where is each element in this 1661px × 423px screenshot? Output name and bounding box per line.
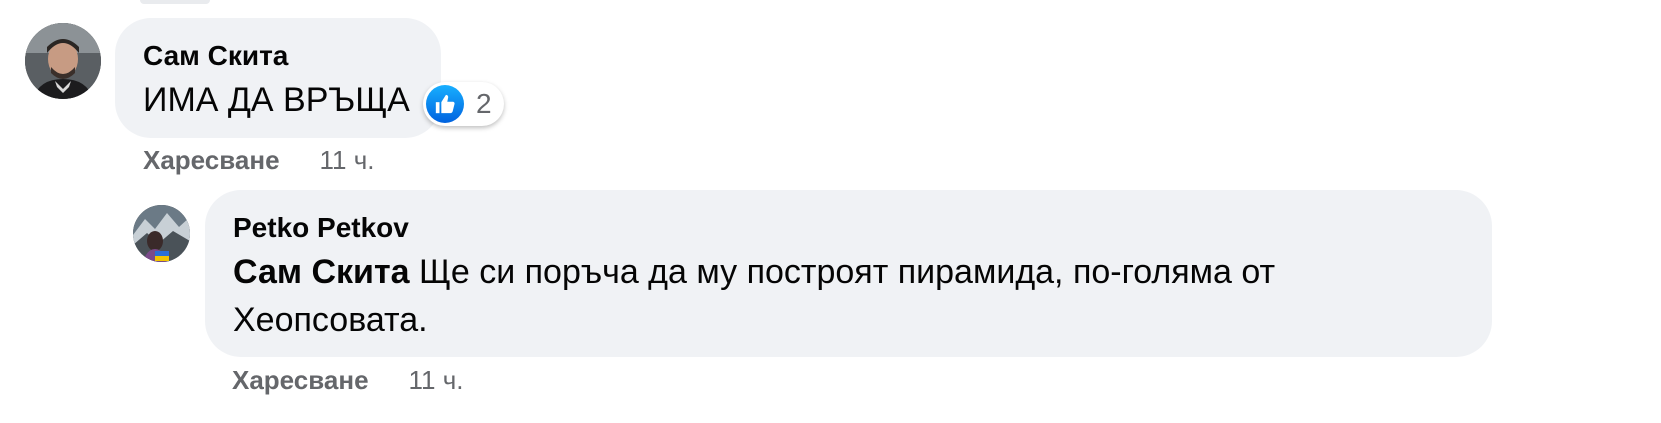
reply-text-line2: Хеопсовата. — [233, 301, 428, 339]
reply-text-line1: Ще си поръча да му построят пирамида, по… — [418, 253, 1276, 291]
like-button[interactable]: Харесване — [232, 365, 369, 396]
reply-author[interactable]: Petko Petkov — [233, 212, 409, 244]
comment-thread: Сам Скита ИМА ДА ВРЪЩА 2 Харесване 11 ч.… — [0, 0, 1661, 423]
comment-bubble: Сам Скита ИМА ДА ВРЪЩА — [115, 18, 441, 138]
reply-timestamp[interactable]: 11 ч. — [409, 365, 464, 396]
mention-link[interactable]: Сам Скита — [233, 253, 410, 291]
reaction-summary[interactable]: 2 — [423, 82, 504, 126]
comment-text: ИМА ДА ВРЪЩА — [143, 81, 410, 119]
reply-text: Сам Скита Ще си поръча да му построят пи… — [233, 248, 1275, 344]
thumbs-up-icon — [426, 85, 464, 123]
comment-actions: Харесване 11 ч. — [143, 145, 375, 176]
reaction-count: 2 — [476, 88, 492, 119]
reply-actions: Харесване 11 ч. — [232, 365, 464, 396]
like-button[interactable]: Харесване — [143, 145, 280, 176]
reply-bubble: Petko Petkov Сам Скита Ще си поръча да м… — [205, 190, 1492, 357]
avatar[interactable] — [133, 205, 190, 262]
comment-timestamp[interactable]: 11 ч. — [320, 145, 375, 176]
comment-author[interactable]: Сам Скита — [143, 40, 288, 72]
previous-comment-remnant — [140, 0, 210, 4]
avatar[interactable] — [25, 23, 101, 99]
